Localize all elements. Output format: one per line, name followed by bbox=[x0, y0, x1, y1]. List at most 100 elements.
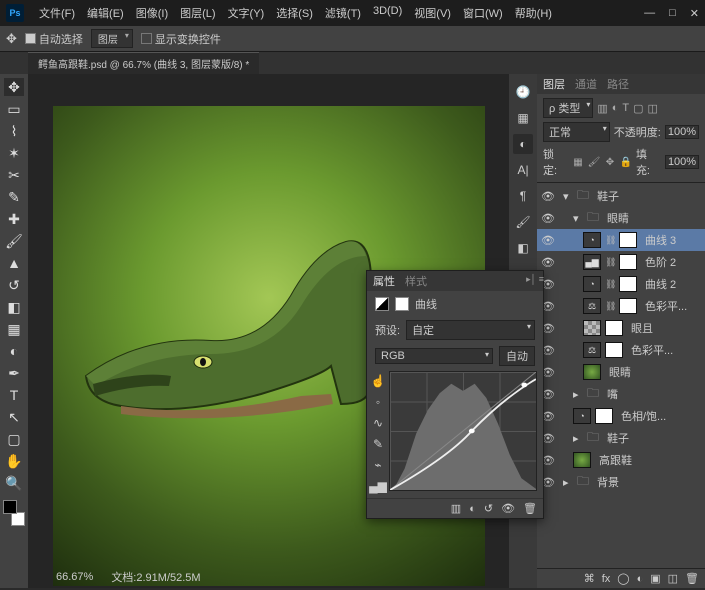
channel-dropdown[interactable]: RGB bbox=[375, 348, 493, 364]
brush-tool[interactable]: 🖌 bbox=[4, 232, 24, 250]
smooth-icon[interactable]: ⌁ bbox=[370, 457, 386, 473]
menu-item[interactable]: 帮助(H) bbox=[510, 2, 557, 24]
mask-add-icon[interactable]: ◯ bbox=[617, 572, 629, 585]
filter-adj-icon[interactable]: ◐ bbox=[612, 102, 619, 114]
link-layers-icon[interactable]: ⌘ bbox=[584, 572, 595, 585]
visibility-icon[interactable]: 👁 bbox=[501, 502, 515, 515]
sample-white-icon[interactable]: ◦ bbox=[370, 394, 386, 410]
adjustment-add-icon[interactable]: ◐ bbox=[637, 573, 644, 585]
eraser-tool[interactable]: ◧ bbox=[4, 298, 24, 316]
layer-row[interactable]: 👁▸🗀鞋子 bbox=[537, 427, 705, 449]
document-tab[interactable]: 鳄鱼高跟鞋.psd @ 66.7% (曲线 3, 图层蒙版/8) * bbox=[28, 52, 259, 74]
layer-row[interactable]: 👁眼睛 bbox=[537, 361, 705, 383]
curves-graph[interactable] bbox=[389, 371, 537, 491]
auto-select-target-dropdown[interactable]: 图层 bbox=[91, 29, 133, 48]
eyedropper-tool[interactable]: ✎ bbox=[4, 188, 24, 206]
paths-tab[interactable]: 路径 bbox=[607, 76, 629, 92]
layer-row[interactable]: 👁⚖色彩平... bbox=[537, 339, 705, 361]
new-layer-icon[interactable]: ◫ bbox=[668, 572, 678, 585]
menu-item[interactable]: 文字(Y) bbox=[223, 2, 270, 24]
type-tool[interactable]: T bbox=[4, 386, 24, 404]
move-tool[interactable]: ✥ bbox=[4, 78, 24, 96]
filter-type-icon[interactable]: T bbox=[622, 102, 629, 114]
lock-transparent-icon[interactable]: ▦ bbox=[572, 156, 584, 168]
menu-item[interactable]: 3D(D) bbox=[368, 2, 407, 24]
lock-position-icon[interactable]: ✥ bbox=[604, 156, 616, 168]
lock-image-icon[interactable]: 🖌 bbox=[588, 156, 600, 168]
fill-value[interactable]: 100% bbox=[665, 155, 699, 169]
foreground-color[interactable] bbox=[3, 500, 17, 514]
zoom-level[interactable]: 66.67% bbox=[56, 571, 93, 583]
clip-icon[interactable]: ▥ bbox=[451, 502, 461, 515]
prev-state-icon[interactable]: ◐ bbox=[469, 503, 476, 515]
delete-layer-icon[interactable]: 🗑 bbox=[685, 572, 699, 585]
channels-tab[interactable]: 通道 bbox=[575, 76, 597, 92]
curve-point-icon[interactable]: ∿ bbox=[370, 415, 386, 431]
marquee-tool[interactable]: ▭ bbox=[4, 100, 24, 118]
menu-item[interactable]: 滤镜(T) bbox=[320, 2, 366, 24]
group-add-icon[interactable]: ▣ bbox=[650, 572, 660, 585]
menu-item[interactable]: 图层(L) bbox=[175, 2, 220, 24]
color-swatch[interactable] bbox=[3, 500, 25, 526]
reset-icon[interactable]: ↺ bbox=[484, 502, 493, 515]
histogram-icon[interactable]: ▄▆ bbox=[370, 478, 386, 494]
layers-tab[interactable]: 图层 bbox=[543, 76, 565, 92]
pen-tool[interactable]: ✒ bbox=[4, 364, 24, 382]
disclosure-icon[interactable]: ▾ bbox=[573, 212, 583, 225]
filter-smart-icon[interactable]: ◫ bbox=[648, 102, 658, 115]
layer-kind-filter[interactable]: ρ 类型 bbox=[543, 98, 593, 118]
menu-item[interactable]: 图像(I) bbox=[131, 2, 173, 24]
menu-item[interactable]: 文件(F) bbox=[34, 2, 80, 24]
quick-select-tool[interactable]: ✶ bbox=[4, 144, 24, 162]
menu-item[interactable]: 选择(S) bbox=[271, 2, 318, 24]
maximize-icon[interactable]: □ bbox=[669, 7, 676, 20]
layer-row[interactable]: 👁▸🗀嘴 bbox=[537, 383, 705, 405]
dodge-tool[interactable]: ◐ bbox=[4, 342, 24, 360]
layer-row[interactable]: 👁◔色相/饱... bbox=[537, 405, 705, 427]
target-adjust-icon[interactable]: ☝ bbox=[370, 373, 386, 389]
history-brush-tool[interactable]: ↺ bbox=[4, 276, 24, 294]
shape-tool[interactable]: ▢ bbox=[4, 430, 24, 448]
styles-panel-icon[interactable]: ◧ bbox=[513, 238, 533, 258]
swatches-panel-icon[interactable]: ▦ bbox=[513, 108, 533, 128]
layer-row[interactable]: 👁▾🗀眼睛 bbox=[537, 207, 705, 229]
crop-tool[interactable]: ✂ bbox=[4, 166, 24, 184]
lasso-tool[interactable]: ⌇ bbox=[4, 122, 24, 140]
visibility-toggle[interactable]: 👁 bbox=[541, 212, 555, 225]
layer-row[interactable]: 👁眼且 bbox=[537, 317, 705, 339]
auto-select-checkbox[interactable] bbox=[25, 33, 36, 44]
hand-tool[interactable]: ✋ bbox=[4, 452, 24, 470]
visibility-toggle[interactable]: 👁 bbox=[541, 190, 555, 203]
character-panel-icon[interactable]: A| bbox=[513, 160, 533, 180]
layer-row[interactable]: 👁◔⛓曲线 3 bbox=[537, 229, 705, 251]
filter-shape-icon[interactable]: ▢ bbox=[633, 102, 643, 115]
disclosure-icon[interactable]: ▾ bbox=[563, 190, 573, 203]
zoom-tool[interactable]: 🔍 bbox=[4, 474, 24, 492]
paragraph-panel-icon[interactable]: ¶ bbox=[513, 186, 533, 206]
trash-icon[interactable]: 🗑 bbox=[523, 502, 537, 515]
lock-all-icon[interactable]: 🔒 bbox=[620, 156, 632, 168]
properties-tab[interactable]: 属性 bbox=[373, 273, 395, 289]
opacity-value[interactable]: 100% bbox=[665, 125, 699, 139]
layer-row[interactable]: 👁▾🗀鞋子 bbox=[537, 185, 705, 207]
disclosure-icon[interactable]: ▸ bbox=[573, 388, 583, 401]
path-tool[interactable]: ↖ bbox=[4, 408, 24, 426]
brush-panel-icon[interactable]: 🖌 bbox=[513, 212, 533, 232]
layer-row[interactable]: 👁◔⛓曲线 2 bbox=[537, 273, 705, 295]
auto-button[interactable]: 自动 bbox=[499, 346, 535, 366]
layer-row[interactable]: 👁▄▆⛓色阶 2 bbox=[537, 251, 705, 273]
blend-mode-dropdown[interactable]: 正常 bbox=[543, 122, 610, 142]
menu-item[interactable]: 视图(V) bbox=[409, 2, 456, 24]
layer-row[interactable]: 👁高跟鞋 bbox=[537, 449, 705, 471]
visibility-toggle[interactable]: 👁 bbox=[541, 256, 555, 269]
visibility-toggle[interactable]: 👁 bbox=[541, 234, 555, 247]
background-color[interactable] bbox=[11, 512, 25, 526]
history-panel-icon[interactable]: 🕘 bbox=[513, 82, 533, 102]
show-transform-checkbox[interactable] bbox=[141, 33, 152, 44]
preset-dropdown[interactable]: 自定 bbox=[406, 320, 535, 340]
healing-tool[interactable]: ✚ bbox=[4, 210, 24, 228]
styles-tab[interactable]: 样式 bbox=[405, 273, 427, 289]
close-icon[interactable]: ✕ bbox=[690, 7, 699, 20]
layer-row[interactable]: 👁▸🗀背景 bbox=[537, 471, 705, 493]
disclosure-icon[interactable]: ▸ bbox=[563, 476, 573, 489]
